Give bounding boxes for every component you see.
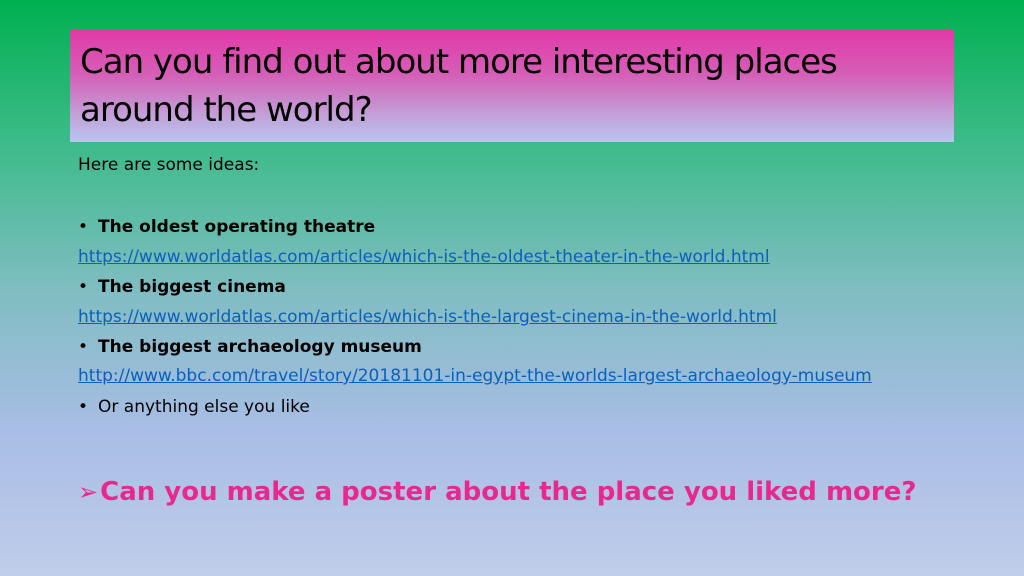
bullet-icon: • xyxy=(78,397,89,417)
slide-content: Here are some ideas: • The oldest operat… xyxy=(78,152,958,422)
bullet-icon: • xyxy=(78,277,89,297)
question-text: Can you make a poster about the place yo… xyxy=(100,477,917,507)
list-item: • The biggest archaeology museum xyxy=(78,332,958,362)
idea-link[interactable]: https://www.worldatlas.com/articles/whic… xyxy=(78,242,958,272)
slide-title: Can you find out about more interesting … xyxy=(80,42,838,130)
idea-label: The oldest operating theatre xyxy=(98,217,376,237)
idea-link[interactable]: https://www.worldatlas.com/articles/whic… xyxy=(78,302,958,332)
list-item: • The biggest cinema xyxy=(78,272,958,302)
idea-label: The biggest cinema xyxy=(98,277,286,297)
idea-label: The biggest archaeology museum xyxy=(98,337,422,357)
intro-text: Here are some ideas: xyxy=(78,155,260,175)
bullet-icon: • xyxy=(78,217,89,237)
poster-question: ➢ Can you make a poster about the place … xyxy=(78,472,916,512)
list-item: • The oldest operating theatre xyxy=(78,212,958,242)
bullet-icon: • xyxy=(78,337,89,357)
list-item: • Or anything else you like xyxy=(78,392,958,422)
idea-link[interactable]: http://www.bbc.com/travel/story/20181101… xyxy=(78,362,908,392)
idea-label: Or anything else you like xyxy=(98,397,310,417)
arrow-bullet-icon: ➢ xyxy=(78,478,99,506)
title-banner: Can you find out about more interesting … xyxy=(70,30,954,142)
